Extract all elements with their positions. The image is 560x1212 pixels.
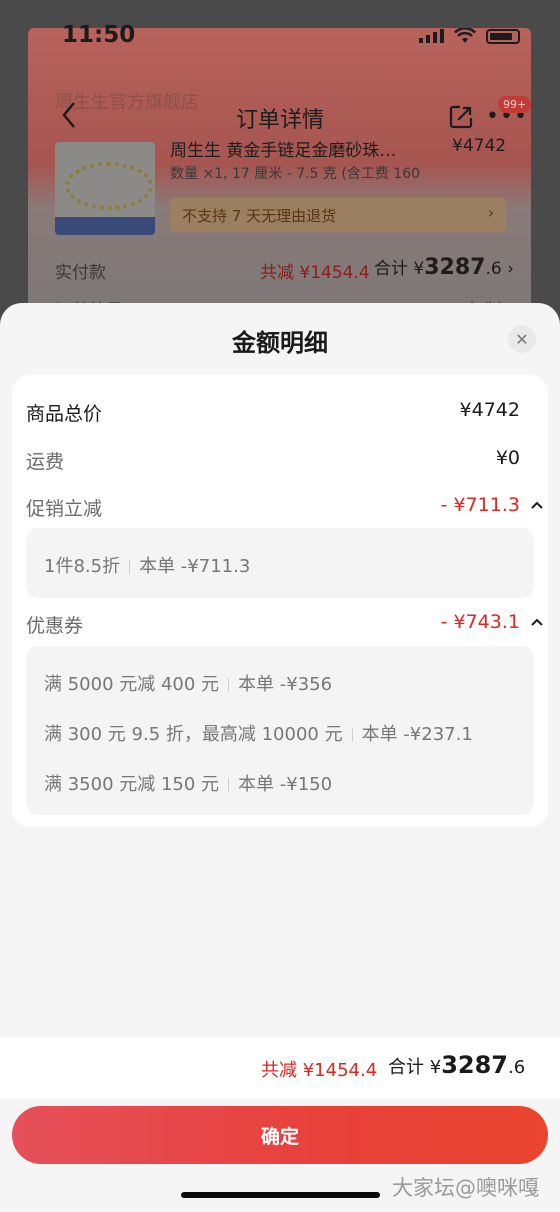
promo-value[interactable]: - ¥711.3 — [441, 494, 520, 516]
promo-detail-box: 1件8.5折 本单 -¥711.3 — [26, 528, 534, 598]
battery-icon — [486, 28, 520, 44]
divider — [129, 560, 131, 574]
coupon-label: 优惠券 — [26, 615, 84, 637]
notification-badge: 99+ — [498, 96, 532, 113]
product-title[interactable]: 周生生 黄金手链足金磨砂珠… — [170, 136, 396, 161]
goods-total-value: ¥4742 — [459, 399, 520, 421]
divider — [228, 778, 230, 792]
divider — [351, 728, 353, 742]
refund-policy-text: 不支持 7 天无理由退货 — [182, 207, 337, 225]
product-price: ¥4742 — [452, 136, 507, 156]
paid-label: 实付款 — [55, 263, 106, 283]
paid-total[interactable]: 合计 ¥3287.6 › — [374, 254, 514, 280]
coupon-value[interactable]: - ¥743.1 — [441, 611, 520, 633]
paid-total-main: 3287 — [424, 255, 486, 280]
coupon-detail-line: 满 3500 元减 150 元本单 -¥150 — [44, 770, 332, 796]
page-title: 订单详情 — [235, 108, 324, 133]
promo-detail-amount: 本单 -¥711.3 — [139, 556, 251, 577]
chevron-up-icon[interactable] — [528, 614, 546, 632]
shipping-value: ¥0 — [495, 447, 520, 469]
footer-reduce: 共减 ¥1454.4 — [261, 1060, 378, 1081]
promo-label: 促销立减 — [26, 498, 103, 520]
footer-total-decimal: .6 — [507, 1057, 526, 1078]
promo-detail-desc: 1件8.5折 — [44, 556, 121, 577]
coupon-detail-desc: 满 300 元 9.5 折，最高减 10000 元 — [44, 724, 343, 745]
amount-card: 商品总价 ¥4742 运费 ¥0 促销立减 - ¥711.3 1件8.5折 本单 … — [12, 375, 548, 827]
goods-total-label: 商品总价 — [26, 403, 103, 425]
paid-reduce: 共减 ¥1454.4 — [260, 263, 370, 283]
refund-policy-bar[interactable]: 不支持 7 天无理由退货 › — [170, 198, 506, 232]
footer-total-bar: 共减 ¥1454.4 合计 ¥3287.6 — [0, 1037, 560, 1099]
chevron-right-icon: › — [488, 204, 494, 222]
sheet-title: 金额明细 — [232, 329, 328, 357]
wifi-icon — [454, 28, 476, 43]
coupon-detail-line: 满 300 元 9.5 折，最高减 10000 元本单 -¥237.1 — [44, 720, 473, 746]
coupon-detail-amount: 本单 -¥150 — [238, 774, 333, 795]
paid-total-decimal: .6 — [485, 259, 502, 279]
promo-detail-line: 1件8.5折 本单 -¥711.3 — [44, 552, 250, 578]
coupon-detail-desc: 满 5000 元减 400 元 — [44, 674, 220, 695]
share-icon[interactable] — [448, 104, 474, 130]
home-indicator[interactable] — [181, 1192, 380, 1198]
coupon-detail-amount: 本单 -¥356 — [238, 674, 333, 695]
divider — [228, 678, 230, 692]
status-icons — [419, 28, 520, 44]
cellular-signal-icon — [419, 29, 444, 43]
more-options-icon[interactable]: ••• — [486, 106, 528, 128]
chevron-up-icon[interactable] — [528, 497, 546, 515]
footer-total: 合计 ¥3287.6 — [388, 1051, 525, 1079]
thumbnail-price-strip — [55, 217, 155, 235]
close-icon: ✕ — [515, 329, 529, 349]
status-time: 11:50 — [62, 22, 136, 48]
product-thumbnail[interactable] — [55, 142, 155, 235]
paid-total-prefix: 合计 ¥ — [374, 259, 425, 279]
confirm-button[interactable]: 确定 — [12, 1106, 548, 1164]
order-detail-background: 11:50 周生生官方旗舰店 订单详情 ••• 99+ 周生生 黄金手链足金磨砂… — [0, 0, 560, 330]
coupon-detail-amount: 本单 -¥237.1 — [361, 724, 473, 745]
coupon-detail-line: 满 5000 元减 400 元本单 -¥356 — [44, 670, 332, 696]
coupon-detail-box: 满 5000 元减 400 元本单 -¥356 满 300 元 9.5 折，最高… — [26, 646, 534, 815]
coupon-detail-desc: 满 3500 元减 150 元 — [44, 774, 220, 795]
footer-total-prefix: 合计 ¥ — [388, 1057, 442, 1078]
footer-total-main: 3287 — [441, 1051, 508, 1079]
shipping-label: 运费 — [26, 451, 65, 473]
product-spec[interactable]: 数量 ×1, 17 厘米 - 7.5 克 (含工费 160 — [170, 163, 420, 183]
bracelet-image — [65, 162, 153, 210]
amount-detail-sheet: 金额明细 ✕ 商品总价 ¥4742 运费 ¥0 促销立减 - ¥711.3 1件… — [0, 303, 560, 1212]
close-button[interactable]: ✕ — [508, 325, 536, 353]
watermark: 大家坛@噢咪嘎 — [392, 1176, 539, 1200]
